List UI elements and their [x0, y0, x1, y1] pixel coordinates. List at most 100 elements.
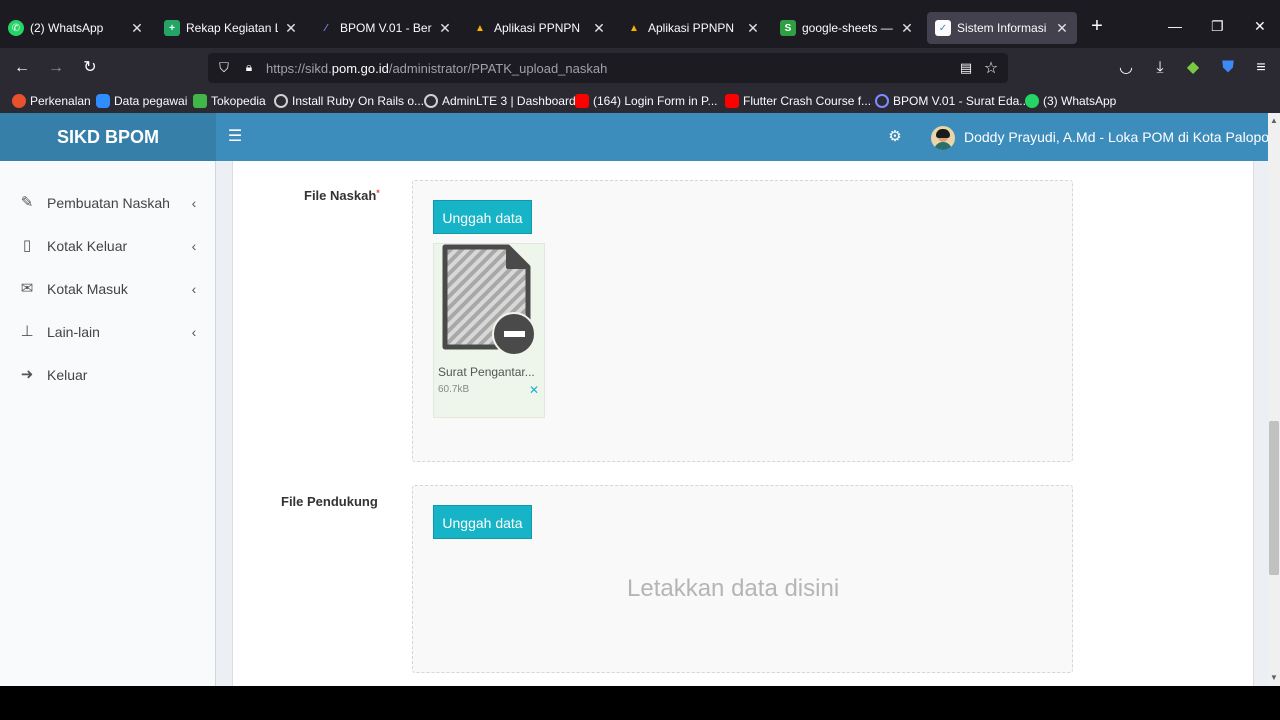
edit-icon: ✎	[20, 193, 34, 211]
tab-label: google-sheets — Le	[802, 21, 894, 35]
file-pendukung-label: File Pendukung	[281, 494, 378, 509]
bpom-icon: ⁄	[325, 22, 327, 34]
drive-icon: ▲	[629, 22, 639, 34]
tab-label: Aplikasi PPNPN	[494, 21, 581, 35]
bookmark-bpom-surat[interactable]: BPOM V.01 - Surat Eda...	[875, 92, 1029, 110]
file-pendukung-dropzone[interactable]: Unggah data Letakkan data disini	[412, 485, 1073, 673]
close-icon[interactable]: ✕	[438, 20, 452, 37]
bookmark-install-ruby[interactable]: Install Ruby On Rails o...	[274, 92, 424, 110]
close-icon[interactable]: ✕	[746, 20, 760, 37]
sidebar: ✎ Pembuatan Naskah ‹ ▯ Kotak Keluar ‹ ✉ …	[0, 161, 216, 686]
browser-window: ✆ (2) WhatsApp ✕ + Rekap Kegiatan Luar ✕…	[0, 0, 1280, 686]
sitemap-icon: ⊥	[20, 322, 34, 340]
url-bar[interactable]: ⛉ 🔒︎ https://sikd.pom.go.id/administrato…	[208, 53, 1008, 83]
page-scrollbar[interactable]: ▲ ▼	[1268, 113, 1280, 686]
upload-button-naskah[interactable]: Unggah data	[433, 200, 532, 234]
tab-label: BPOM V.01 - Beranda	[340, 21, 432, 35]
tab-whatsapp[interactable]: ✆ (2) WhatsApp ✕	[0, 10, 152, 46]
download-icon[interactable]: ⤓	[1150, 58, 1170, 78]
avatar[interactable]	[931, 126, 955, 150]
chevron-left-icon: ‹	[191, 280, 197, 297]
whatsapp-icon	[1025, 94, 1039, 108]
bookmark-flutter[interactable]: Flutter Crash Course f...	[725, 92, 871, 110]
back-icon[interactable]: ←	[12, 58, 32, 78]
star-icon[interactable]: ☆	[982, 58, 1000, 77]
sidebar-item-kotak-keluar[interactable]: ▯ Kotak Keluar ‹	[0, 224, 216, 267]
minimize-icon[interactable]: —	[1168, 18, 1182, 34]
scroll-up-icon[interactable]: ▲	[1268, 115, 1280, 127]
whatsapp-icon: ✆	[8, 20, 24, 36]
close-icon[interactable]: ✕	[1055, 20, 1069, 37]
tab-bpom-beranda[interactable]: ⁄ BPOM V.01 - Beranda ✕	[310, 10, 460, 46]
tab-label: Sistem Informasi Ke	[957, 21, 1049, 35]
bookmark-whatsapp[interactable]: (3) WhatsApp	[1025, 92, 1116, 110]
chevron-left-icon: ‹	[191, 323, 197, 340]
bookmark-login-form[interactable]: (164) Login Form in P...	[575, 92, 718, 110]
file-name: Surat Pengantar...	[438, 365, 535, 379]
bpom-icon	[875, 94, 889, 108]
close-icon[interactable]: ✕	[284, 20, 298, 37]
close-icon[interactable]: ✕	[130, 20, 144, 37]
tab-aplikasi-ppnpn-2[interactable]: ▲ Aplikasi PPNPN ✕	[618, 10, 768, 46]
new-tab-button[interactable]: +	[1087, 16, 1107, 36]
close-icon[interactable]: ✕	[900, 20, 914, 37]
bookmark-perkenalan[interactable]: Perkenalan	[12, 92, 91, 110]
url-text[interactable]: https://sikd.pom.go.id/administrator/PPA…	[266, 61, 607, 76]
bookmarks-bar: Perkenalan Data pegawai Tokopedia Instal…	[0, 88, 1280, 113]
bookmark-adminlte[interactable]: AdminLTE 3 | Dashboard	[424, 92, 576, 110]
gears-icon[interactable]: ⚙	[884, 127, 906, 147]
cloud-icon	[96, 94, 110, 108]
extension-icon[interactable]: ◆	[1183, 58, 1203, 78]
close-icon[interactable]: ✕	[592, 20, 606, 37]
restore-icon[interactable]: ❐	[1211, 18, 1224, 35]
npm-icon: S	[780, 20, 796, 36]
firefox-icon	[12, 94, 26, 108]
sidebar-item-kotak-masuk[interactable]: ✉ Kotak Masuk ‹	[0, 267, 216, 310]
close-window-icon[interactable]: ✕	[1254, 18, 1266, 35]
file-naskah-label: File Naskah*	[304, 188, 380, 203]
document-icon	[442, 244, 536, 356]
file-naskah-dropzone[interactable]: Unggah data Surat Pengantar... 60.7kB ✕	[412, 180, 1073, 462]
forward-icon[interactable]: →	[46, 58, 66, 78]
scrollbar-thumb[interactable]	[1269, 421, 1279, 575]
nav-bar: ← → ↻ ⛉ 🔒︎ https://sikd.pom.go.id/admini…	[0, 48, 1280, 88]
reload-icon[interactable]: ↻	[80, 58, 100, 78]
chevron-left-icon: ‹	[191, 194, 197, 211]
bookmark-tokopedia[interactable]: Tokopedia	[193, 92, 266, 110]
menu-icon[interactable]: ≡	[1251, 58, 1271, 78]
app-logo[interactable]: SIKD BPOM	[0, 113, 216, 161]
sidebar-item-pembuatan-naskah[interactable]: ✎ Pembuatan Naskah ‹	[0, 181, 216, 224]
lock-icon[interactable]: 🔒︎	[241, 60, 257, 76]
bookmark-data-pegawai[interactable]: Data pegawai	[96, 92, 187, 110]
web-page: SIKD BPOM ☰ ⚙ Doddy Prayudi, A.Md - Loka…	[0, 113, 1268, 686]
sidebar-toggle-icon[interactable]: ☰	[225, 127, 245, 147]
sidebar-item-lain-lain[interactable]: ⊥ Lain-lain ‹	[0, 310, 216, 353]
user-name[interactable]: Doddy Prayudi, A.Md - Loka POM di Kota P…	[964, 129, 1268, 145]
tab-bar: ✆ (2) WhatsApp ✕ + Rekap Kegiatan Luar ✕…	[0, 0, 1280, 48]
tab-sistem-informasi[interactable]: ✓ Sistem Informasi Ke ✕	[927, 12, 1077, 44]
screen-bottom-bar	[0, 686, 1280, 720]
tab-label: Aplikasi PPNPN	[648, 21, 735, 35]
content-panel: File Naskah* Unggah data Surat Pengantar…	[232, 161, 1254, 686]
tab-aplikasi-ppnpn-1[interactable]: ▲ Aplikasi PPNPN ✕	[464, 10, 614, 46]
sidebar-item-keluar[interactable]: ➜ Keluar	[0, 353, 216, 396]
remove-file-icon[interactable]: ✕	[529, 383, 539, 397]
globe-icon	[274, 94, 288, 108]
app-header: SIKD BPOM ☰ ⚙ Doddy Prayudi, A.Md - Loka…	[0, 113, 1268, 161]
upload-button-pendukung[interactable]: Unggah data	[433, 505, 532, 539]
file-size: 60.7kB	[438, 384, 470, 395]
tab-google-sheets[interactable]: S google-sheets — Le ✕	[772, 10, 922, 46]
scroll-down-icon[interactable]: ▼	[1268, 672, 1280, 684]
shield-icon[interactable]: ⛉	[216, 60, 232, 76]
youtube-icon	[575, 94, 589, 108]
youtube-icon	[725, 94, 739, 108]
drop-hint-text: Letakkan data disini	[627, 575, 840, 602]
tab-rekap-kegiatan[interactable]: + Rekap Kegiatan Luar ✕	[156, 10, 306, 46]
globe-icon	[424, 94, 438, 108]
tokopedia-icon	[193, 94, 207, 108]
pocket-icon[interactable]: ◡	[1116, 58, 1136, 78]
sheets-icon: +	[164, 20, 180, 36]
vpn-shield-icon[interactable]: ⛊	[1218, 58, 1238, 78]
file-preview: Surat Pengantar... 60.7kB ✕	[433, 243, 545, 418]
reader-view-icon[interactable]: ▤	[958, 60, 974, 76]
